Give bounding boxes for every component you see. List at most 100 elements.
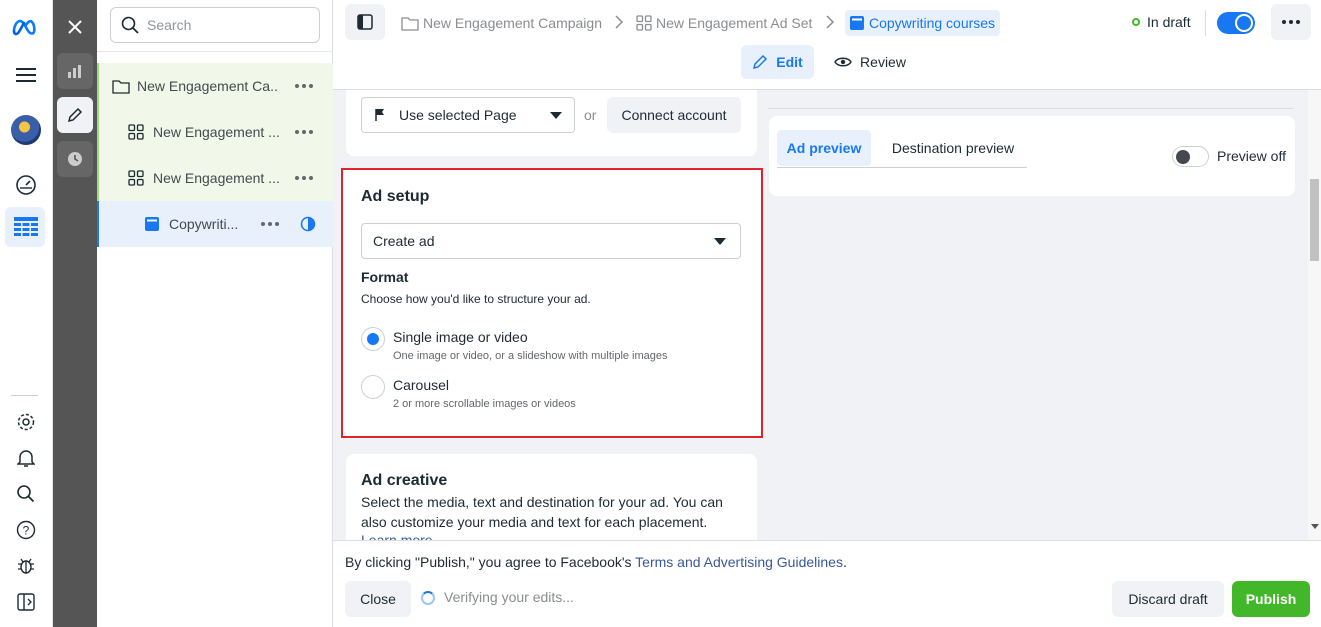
page-select-value: Use selected Page [399,107,517,123]
pencil-icon [753,54,768,70]
campaign-tree-panel: Search New Engagement Ca... New Engageme… [97,0,333,627]
format-option-single[interactable]: Single image or video One image or video… [361,327,731,367]
discard-draft-button[interactable]: Discard draft [1112,581,1224,617]
help-icon[interactable]: ? [11,515,41,545]
editor-footer: By clicking "Publish," you agree to Face… [333,540,1321,627]
tab-destination-preview[interactable]: Destination preview [877,130,1029,166]
page-scrollbar[interactable] [1308,90,1321,540]
performance-dashboard-icon[interactable] [11,170,41,200]
more-options-icon[interactable] [261,222,279,226]
close-button[interactable]: Close [345,581,411,617]
select-value: Create ad [373,233,435,249]
page-select[interactable]: Use selected Page [361,97,575,133]
tree-item-adset-2[interactable]: New Engagement ... [97,155,333,201]
tab-review[interactable]: Review [830,45,910,79]
preview-panel: Ad preview Destination preview Preview o… [768,90,1308,540]
connect-account-button[interactable]: Connect account [607,97,741,133]
scroll-down-icon[interactable] [1311,524,1319,530]
section-description: Select the media, text and destination f… [361,494,723,530]
tree-divider [97,51,333,52]
tree-item-label: Copywriti... [169,216,239,232]
breadcrumb-label: New Engagement Campaign [423,15,602,31]
tree-item-adset-1[interactable]: New Engagement ... [97,109,333,155]
publish-button[interactable]: Publish [1232,581,1310,617]
or-text: or [584,107,597,123]
option-label: Carousel [393,377,450,393]
publish-agreement: By clicking "Publish," you agree to Face… [345,554,847,570]
campaign-on-off-toggle[interactable] [1217,12,1255,34]
radio-unselected-icon[interactable] [361,375,385,399]
scrollbar-thumb[interactable] [1310,179,1319,261]
editor-header: New Engagement Campaign New Engagement A… [333,0,1321,90]
panel-toggle-icon [357,14,373,30]
tree-item-ad-selected[interactable]: Copywriti... [97,201,333,247]
bug-report-icon[interactable] [11,551,41,581]
agreement-text: By clicking "Publish," you agree to Face… [345,554,636,570]
ads-manager-table-icon[interactable] [11,212,41,242]
section-title: Ad creative [361,472,448,489]
toggle-tree-button[interactable] [345,4,385,40]
meta-logo-icon[interactable] [11,12,41,42]
ad-setup-select[interactable]: Create ad [361,223,741,259]
loading-spinner-icon [421,591,435,605]
more-options-icon[interactable] [295,84,313,88]
ad-setup-card: Ad setup Create ad Format Choose how you… [341,168,763,438]
tab-underline [777,167,1027,168]
caret-down-icon [550,112,562,119]
breadcrumb-adset[interactable]: New Engagement Ad Set [636,12,812,34]
identity-card: Use selected Page or Connect account [346,90,757,156]
search-icon [121,16,139,34]
tab-edit[interactable]: Edit [741,45,814,79]
button-label: Discard draft [1128,591,1208,607]
header-divider [1205,10,1206,36]
charts-view-button[interactable] [57,53,93,89]
history-clock-button[interactable] [57,141,93,177]
radio-selected-icon[interactable] [361,327,385,351]
editor-tool-rail [53,0,97,627]
button-label: Publish [1245,591,1297,607]
adset-grid-icon [636,15,652,31]
tab-label: Ad preview [786,140,862,156]
folder-icon [112,80,130,94]
preview-card: Ad preview Destination preview Preview o… [769,116,1295,196]
draft-status: In draft [1132,14,1191,30]
breadcrumb-campaign[interactable]: New Engagement Campaign [401,12,602,34]
breadcrumb-label: Copywriting courses [869,15,996,31]
svg-text:?: ? [23,524,30,538]
preview-toggle-label: Preview off [1217,148,1286,164]
collapse-sidebar-icon[interactable] [11,587,41,617]
search-icon[interactable] [11,479,41,509]
preview-divider [768,108,1293,109]
format-option-carousel[interactable]: Carousel 2 or more scrollable images or … [361,375,731,415]
tree-search-input[interactable]: Search [110,7,320,43]
edit-pencil-button[interactable] [57,97,93,133]
hamburger-menu-icon[interactable] [11,60,41,90]
option-description: One image or video, or a slideshow with … [393,350,668,362]
folder-icon [401,16,419,31]
tab-label: Destination preview [891,140,1015,156]
tree-item-label: New Engagement ... [153,170,279,186]
settings-gear-icon[interactable] [11,407,41,437]
close-editor-button[interactable] [57,9,93,45]
section-title: Ad setup [361,188,430,205]
caret-down-icon [714,238,726,245]
preview-toggle[interactable] [1172,146,1209,167]
terms-link[interactable]: Terms and Advertising Guidelines [635,554,843,570]
tree-item-campaign[interactable]: New Engagement Ca... [97,63,333,109]
option-label: Single image or video [393,329,528,345]
tab-label: Edit [776,54,803,70]
eye-icon [834,57,852,67]
more-options-icon[interactable] [295,176,313,180]
header-more-button[interactable] [1271,4,1311,40]
breadcrumb-ad-current[interactable]: Copywriting courses [845,10,1001,36]
account-avatar[interactable] [11,115,41,145]
format-description: Choose how you'd like to structure your … [361,292,591,306]
tab-label: Review [860,54,906,70]
tab-ad-preview[interactable]: Ad preview [777,130,871,166]
notifications-bell-icon[interactable] [11,443,41,473]
nav-divider [11,395,38,396]
learn-more-link[interactable]: Learn more [361,532,433,540]
format-title: Format [361,269,409,285]
chevron-right-icon [615,15,624,29]
more-options-icon[interactable] [295,130,313,134]
